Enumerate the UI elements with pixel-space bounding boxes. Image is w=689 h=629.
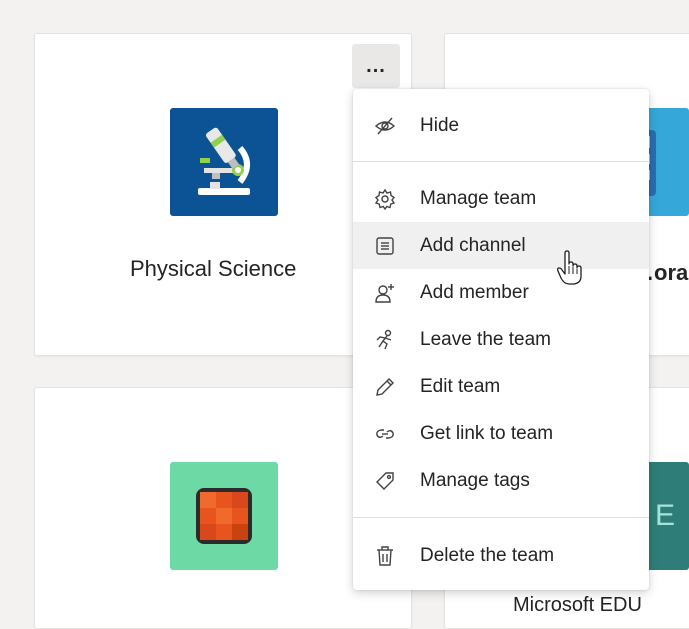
- menu-item-edit-team[interactable]: Edit team: [353, 363, 649, 410]
- menu-item-label: Edit team: [420, 375, 501, 397]
- menu-item-label: Get link to team: [420, 422, 554, 444]
- tag-icon: [374, 470, 396, 492]
- menu-item-manage-team[interactable]: Manage team: [353, 175, 649, 222]
- link-icon: [374, 423, 396, 445]
- team-avatar: [170, 462, 278, 570]
- menu-item-label: Manage team: [420, 187, 537, 209]
- menu-item-add-channel[interactable]: Add channel: [353, 222, 649, 269]
- trash-icon: [374, 545, 396, 567]
- gear-icon: [374, 188, 396, 210]
- more-options-icon: ...: [366, 54, 386, 77]
- team-name: Microsoft EDU: [513, 594, 642, 616]
- menu-divider: [353, 161, 649, 162]
- channel-icon: [374, 235, 396, 257]
- more-options-button[interactable]: ...: [352, 44, 400, 88]
- menu-divider: [353, 517, 649, 518]
- menu-item-delete-team[interactable]: Delete the team: [353, 532, 649, 579]
- menu-item-get-link[interactable]: Get link to team: [353, 410, 649, 457]
- menu-item-label: Delete the team: [420, 544, 555, 566]
- hide-icon: [374, 115, 396, 137]
- menu-item-label: Add member: [420, 281, 529, 303]
- team-name: Physical Science: [130, 256, 297, 281]
- menu-item-label: Add channel: [420, 234, 526, 256]
- rubik-cube-icon: [196, 488, 252, 544]
- menu-item-add-member[interactable]: Add member: [353, 269, 649, 316]
- hand-cursor-icon: [557, 250, 582, 285]
- leave-icon: [374, 329, 396, 351]
- edu-icon: E: [654, 499, 675, 532]
- menu-item-hide[interactable]: Hide: [353, 102, 649, 149]
- microscope-icon: [198, 127, 250, 195]
- team-context-menu: Hide Manage team Add channel Add member …: [353, 89, 649, 590]
- menu-item-label: Leave the team: [420, 328, 551, 350]
- menu-item-label: Hide: [420, 114, 460, 136]
- team-avatar: [170, 108, 278, 216]
- pencil-icon: [374, 376, 396, 398]
- menu-item-leave-team[interactable]: Leave the team: [353, 316, 649, 363]
- add-member-icon: [374, 282, 396, 304]
- menu-item-manage-tags[interactable]: Manage tags: [353, 457, 649, 504]
- menu-item-label: Manage tags: [420, 469, 530, 491]
